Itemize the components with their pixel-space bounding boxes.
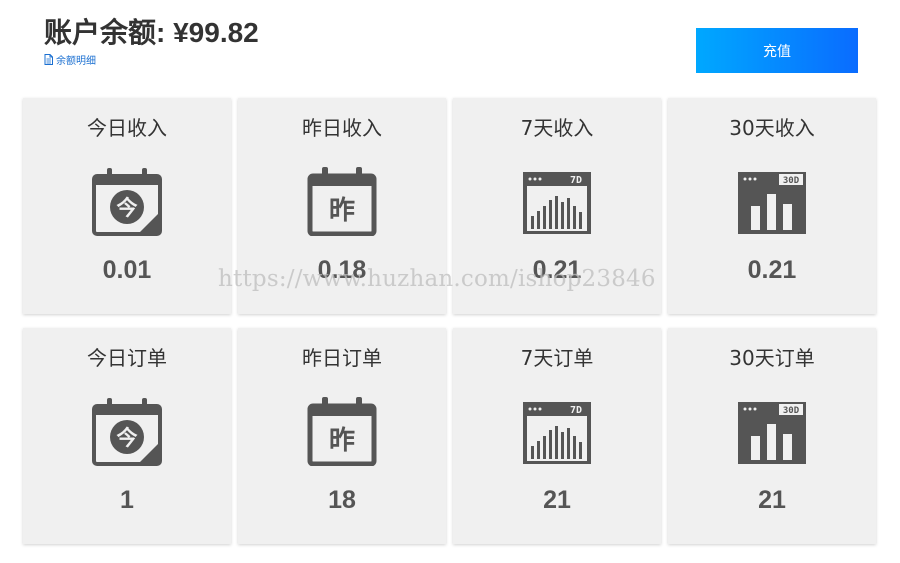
stat-card-label: 昨日订单 [302,346,382,370]
bar-chart-30d-icon: 30D [737,396,807,466]
balance-detail-link[interactable]: 余额明细 [44,52,259,67]
income-row: 今日收入 今 0.01 昨日收入 昨 0.18 7天收入 7D 0.21 30天… [23,98,883,314]
stats-grid: 今日收入 今 0.01 昨日收入 昨 0.18 7天收入 7D 0.21 30天… [23,98,883,544]
svg-text:昨: 昨 [329,426,355,456]
account-balance: 账户余额: ¥99.82 [44,17,259,48]
calendar-today-icon: 今 [92,396,162,466]
stat-card-today-orders[interactable]: 今日订单 今 1 [23,328,231,544]
stat-card-30day-income[interactable]: 30天收入 30D 0.21 [668,98,876,314]
document-icon [44,54,53,65]
stat-card-value: 0.18 [317,256,367,284]
svg-text:7D: 7D [570,175,582,186]
account-header: 账户余额: ¥99.82 余额明细 [44,14,259,67]
svg-text:今: 今 [117,196,138,220]
stat-card-value: 1 [120,486,134,514]
svg-text:今: 今 [117,426,138,450]
stat-card-value: 21 [543,486,571,514]
bar-chart-7d-icon: 7D [522,396,592,466]
svg-text:30D: 30D [783,176,800,186]
svg-text:昨: 昨 [329,196,355,226]
stat-card-label: 7天订单 [520,346,594,370]
stat-card-label: 今日收入 [87,116,167,140]
stat-card-value: 0.01 [102,256,152,284]
stat-card-yesterday-income[interactable]: 昨日收入 昨 0.18 [238,98,446,314]
calendar-yesterday-icon: 昨 [307,396,377,466]
stat-card-label: 30天订单 [729,346,815,370]
svg-text:7D: 7D [570,405,582,416]
stat-card-today-income[interactable]: 今日收入 今 0.01 [23,98,231,314]
stat-card-7day-orders[interactable]: 7天订单 7D 21 [453,328,661,544]
balance-detail-label: 余额明细 [56,56,96,67]
stat-card-value: 21 [758,486,786,514]
stat-card-value: 0.21 [747,256,797,284]
stat-card-value: 0.21 [532,256,582,284]
stat-card-value: 18 [328,486,356,514]
stat-card-30day-orders[interactable]: 30天订单 30D 21 [668,328,876,544]
orders-row: 今日订单 今 1 昨日订单 昨 18 7天订单 7D 21 30天订单 30D … [23,328,883,544]
calendar-yesterday-icon: 昨 [307,166,377,236]
svg-text:30D: 30D [783,406,800,416]
stat-card-label: 昨日收入 [302,116,382,140]
stat-card-label: 30天收入 [729,116,815,140]
recharge-button[interactable]: 充值 [696,28,858,73]
stat-card-7day-income[interactable]: 7天收入 7D 0.21 [453,98,661,314]
stat-card-label: 今日订单 [87,346,167,370]
stat-card-label: 7天收入 [520,116,594,140]
stat-card-yesterday-orders[interactable]: 昨日订单 昨 18 [238,328,446,544]
bar-chart-30d-icon: 30D [737,166,807,236]
calendar-today-icon: 今 [92,166,162,236]
bar-chart-7d-icon: 7D [522,166,592,236]
